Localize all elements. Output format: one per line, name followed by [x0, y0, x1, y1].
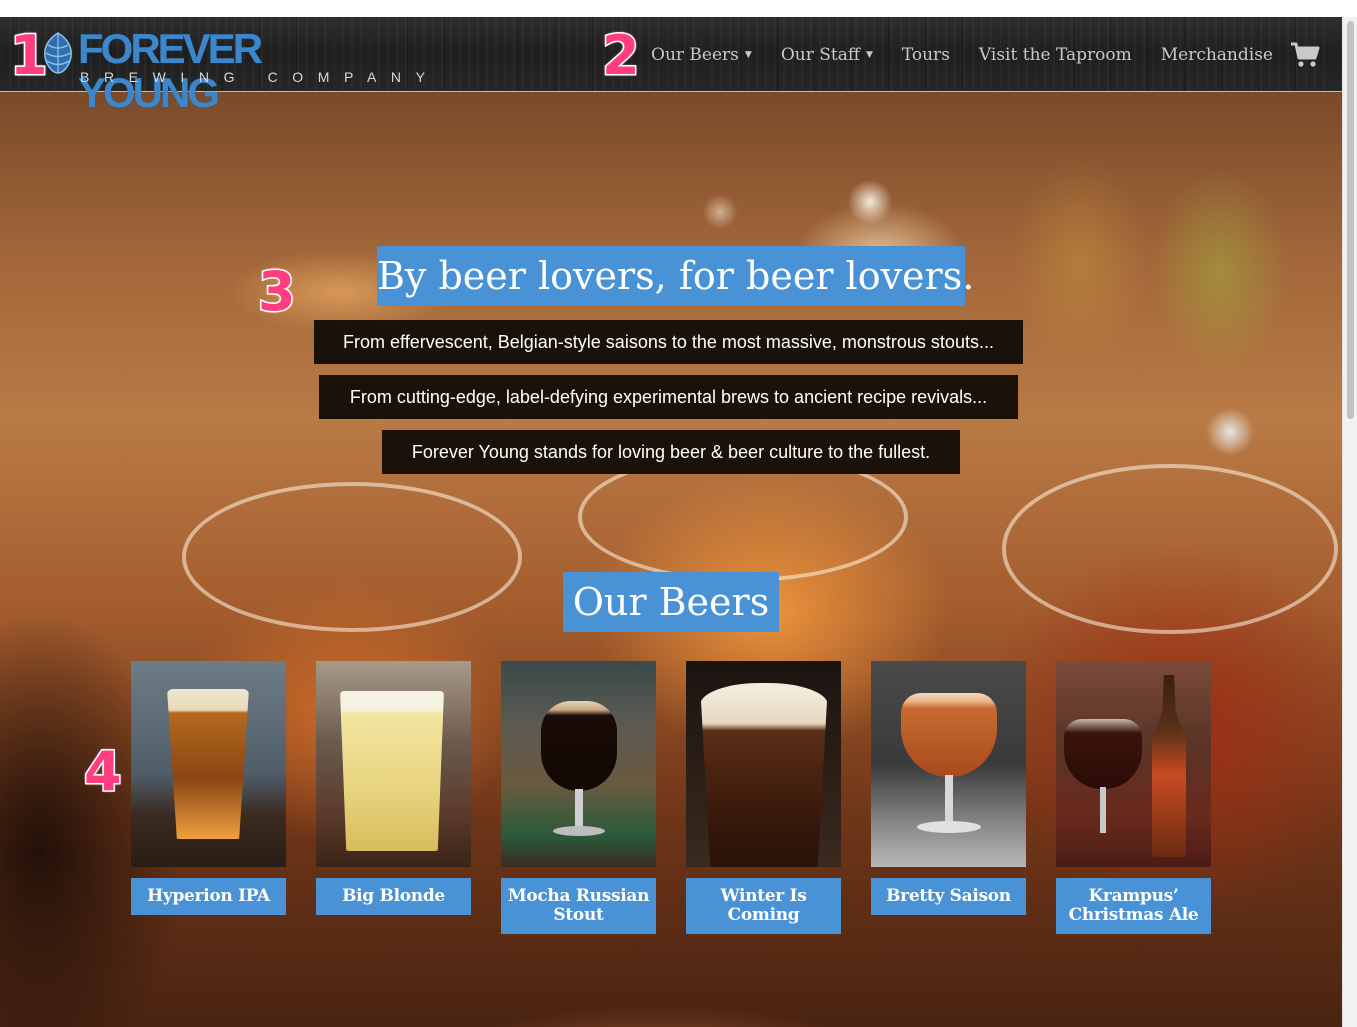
beer-name: Winter Is Coming — [686, 878, 841, 934]
brand-logo[interactable]: FOREVER YOUNG BREWING COMPANY — [10, 25, 425, 115]
beer-name: Big Blonde — [316, 878, 471, 915]
glass-rim — [182, 482, 522, 632]
glass-graphic — [901, 693, 997, 777]
hero-blurb: From cutting-edge, label-defying experim… — [319, 375, 1018, 419]
beer-photo — [501, 661, 656, 867]
glass-rim — [1002, 464, 1338, 634]
nav-our-beers[interactable]: Our Beers ▼ — [651, 45, 752, 65]
nav-label: Our Beers — [651, 44, 739, 65]
beer-name: Hyperion IPA — [131, 878, 286, 915]
nav-label: Tours — [901, 44, 950, 65]
glass-graphic — [700, 683, 828, 867]
nav-tours[interactable]: Tours — [902, 45, 950, 65]
glass-stem — [1100, 787, 1106, 833]
glass-foot — [917, 821, 981, 833]
nav-our-staff[interactable]: Our Staff ▼ — [781, 45, 873, 65]
hero-blurb: From effervescent, Belgian-style saisons… — [314, 320, 1023, 364]
scrollbar-thumb[interactable] — [1347, 21, 1354, 419]
beer-name: Bretty Saison — [871, 878, 1026, 915]
annotation-marker: 4 — [83, 740, 124, 803]
annotation-marker: 2 — [601, 24, 642, 87]
nav-merchandise[interactable]: Merchandise — [1161, 45, 1273, 65]
glass-graphic — [167, 689, 249, 839]
beer-card-hyperion-ipa[interactable]: Hyperion IPA — [131, 661, 286, 915]
glass-stem — [575, 789, 583, 829]
glass-graphic — [1064, 719, 1142, 789]
caret-down-icon: ▼ — [865, 49, 873, 60]
cart-button[interactable] — [1290, 42, 1320, 68]
beer-name: Krampus’ Christmas Ale — [1056, 878, 1211, 934]
vertical-scrollbar[interactable] — [1342, 17, 1357, 1027]
nav-label: Merchandise — [1160, 44, 1273, 65]
beer-photo — [131, 661, 286, 867]
hero-blurb: Forever Young stands for loving beer & b… — [382, 430, 960, 474]
nav-visit-the-taproom[interactable]: Visit the Taproom — [979, 45, 1132, 65]
glass-graphic — [340, 691, 444, 851]
beer-photo — [1056, 661, 1211, 867]
site: FOREVER YOUNG BREWING COMPANY Our Beers … — [0, 17, 1342, 1027]
beer-name: Mocha Russian Stout — [501, 878, 656, 934]
nav-label: Our Staff — [780, 44, 860, 65]
glass-stem — [945, 775, 953, 825]
beer-photo — [686, 661, 841, 867]
nav-label: Visit the Taproom — [978, 44, 1132, 65]
shopping-cart-icon — [1291, 42, 1320, 67]
our-beers-heading: Our Beers — [563, 572, 779, 632]
glass-foot — [553, 826, 605, 836]
glass-graphic — [541, 701, 617, 791]
caret-down-icon: ▼ — [744, 49, 752, 60]
beer-photo — [316, 661, 471, 867]
beer-photo — [871, 661, 1026, 867]
beer-card-big-blonde[interactable]: Big Blonde — [316, 661, 471, 915]
annotation-marker: 3 — [257, 260, 298, 323]
bottle-graphic — [1152, 675, 1186, 857]
hero-tagline: By beer lovers, for beer lovers. — [377, 246, 974, 306]
beer-card-winter-is-coming[interactable]: Winter Is Coming — [686, 661, 841, 934]
navbar: FOREVER YOUNG BREWING COMPANY Our Beers … — [0, 17, 1342, 115]
beer-card-mocha-russian-stout[interactable]: Mocha Russian Stout — [501, 661, 656, 934]
beer-card-bretty-saison[interactable]: Bretty Saison — [871, 661, 1026, 915]
brand-subtitle: BREWING COMPANY — [80, 69, 440, 85]
main-nav: Our Beers ▼ Our Staff ▼ Tours Visit the … — [622, 17, 1320, 92]
beer-card-krampus-christmas-ale[interactable]: Krampus’ Christmas Ale — [1056, 661, 1211, 934]
annotation-marker: 1 — [9, 24, 50, 87]
